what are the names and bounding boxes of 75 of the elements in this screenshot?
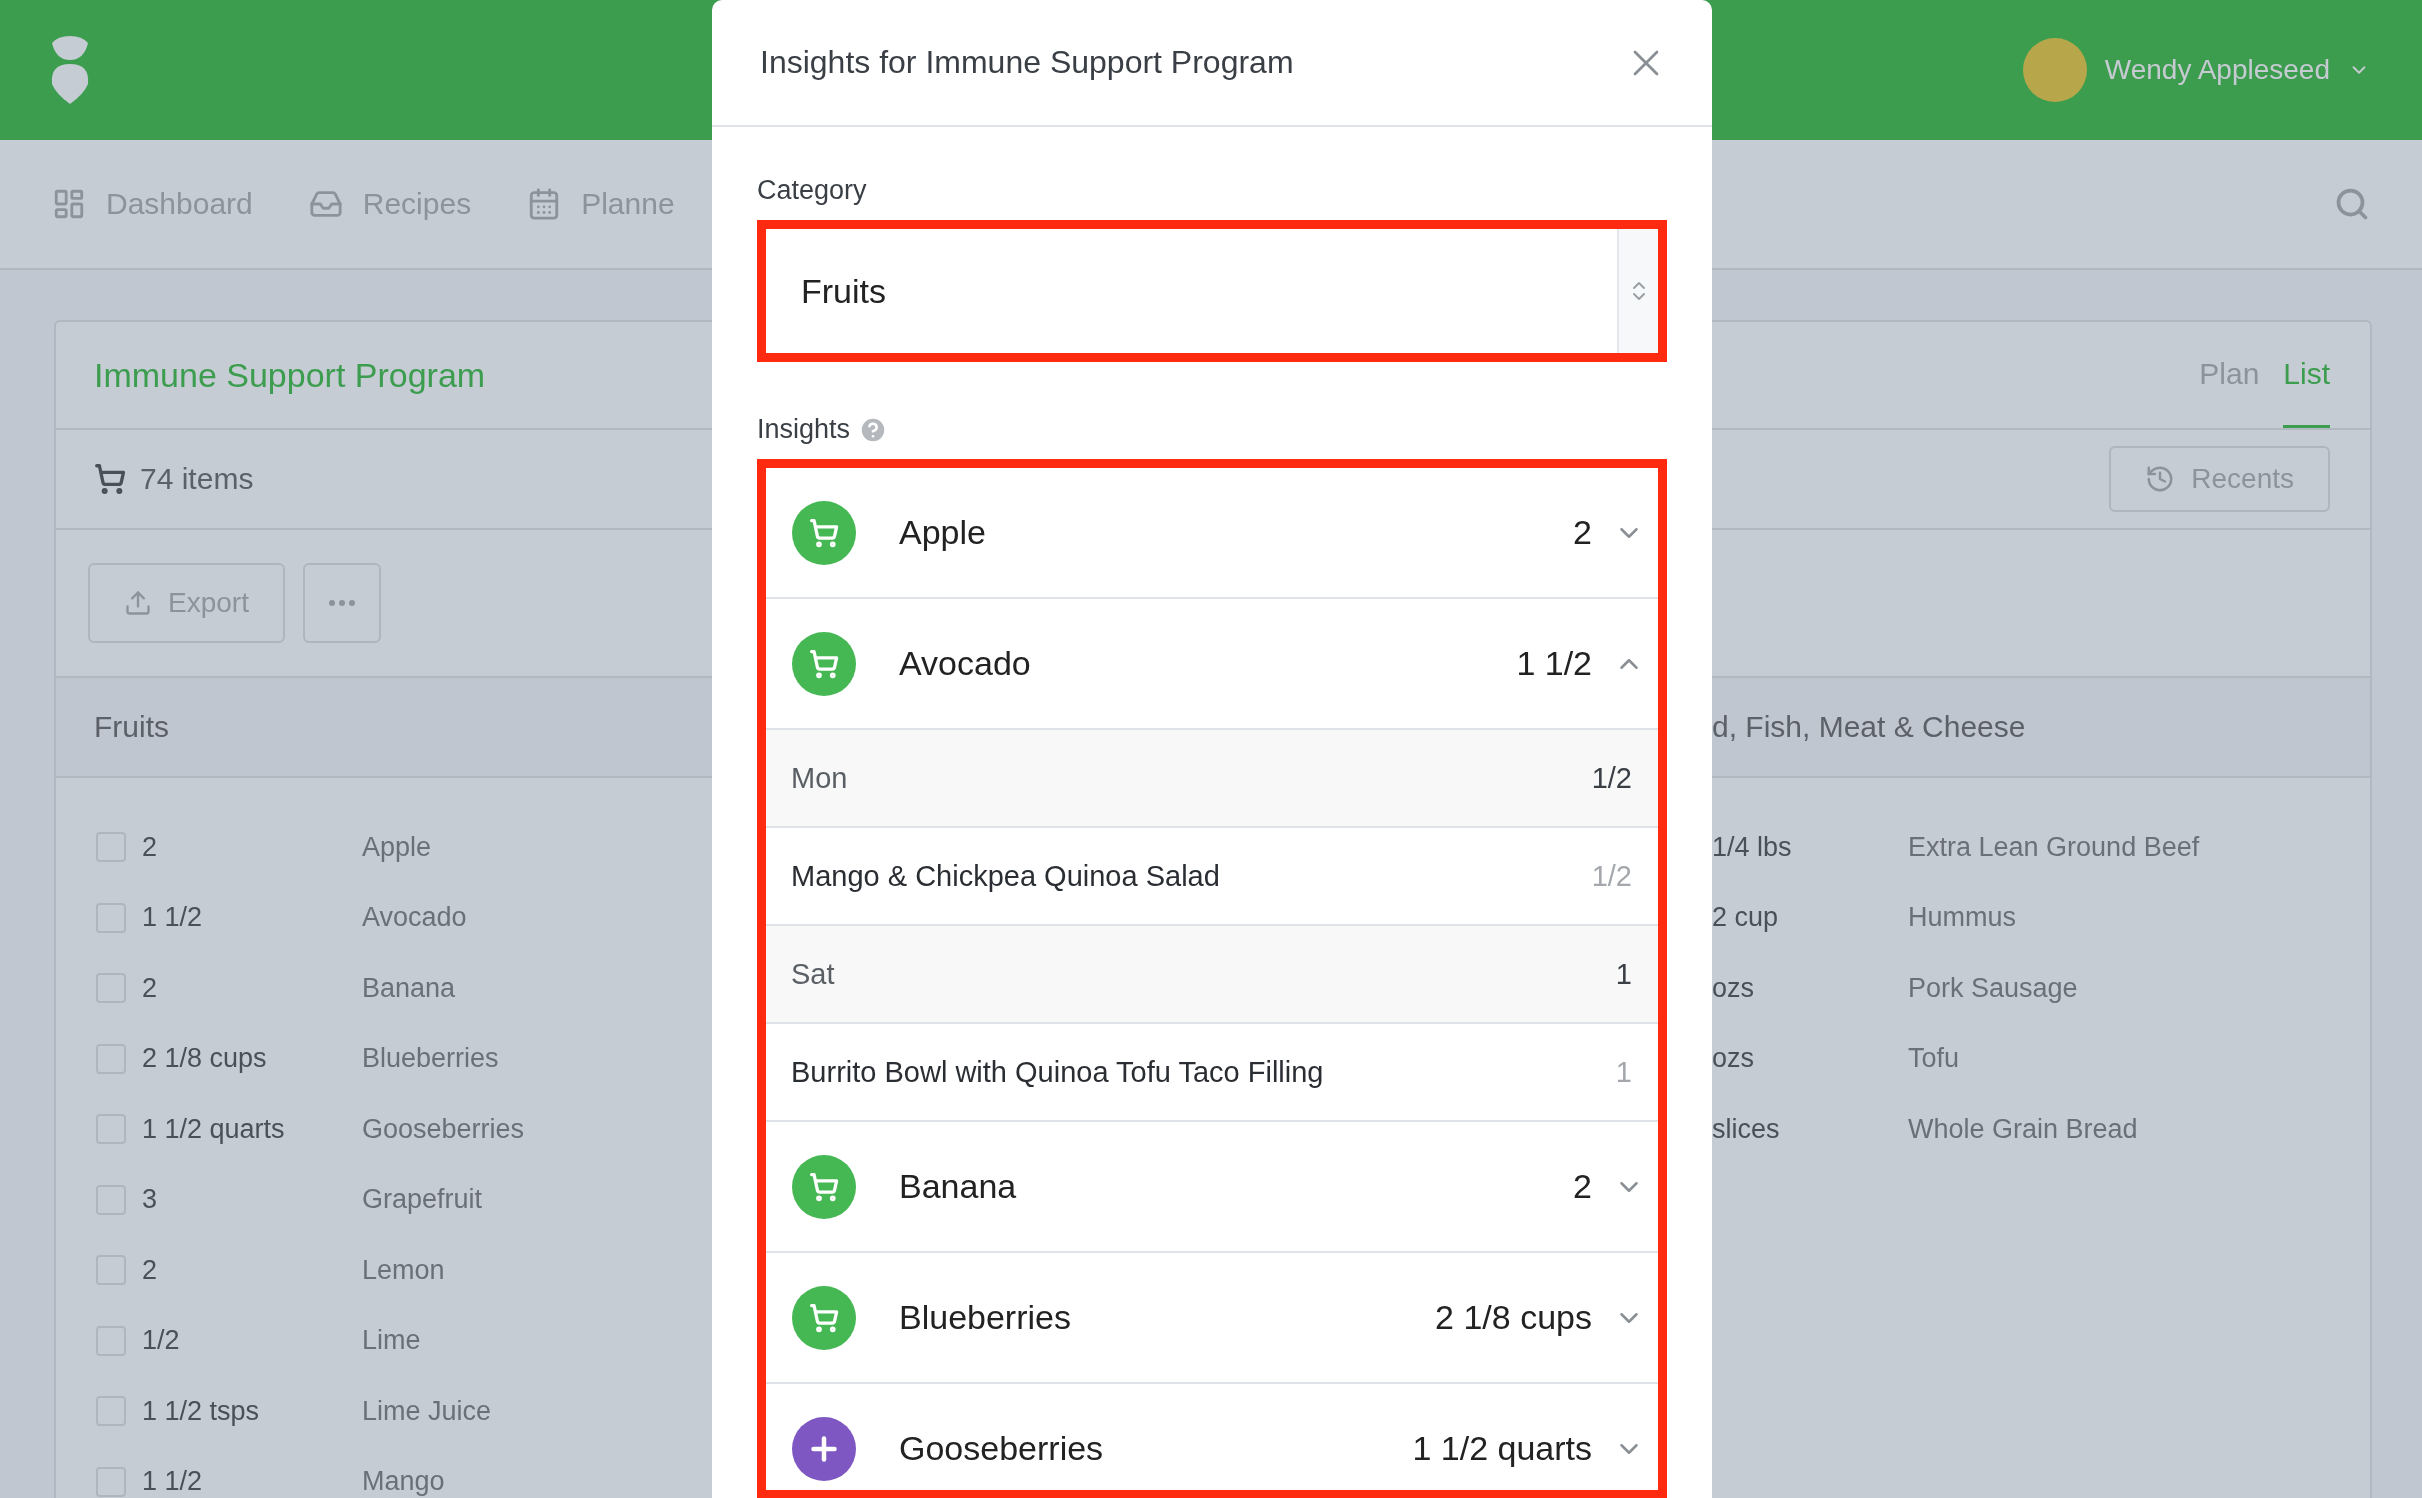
- user-name[interactable]: Wendy Appleseed: [2104, 54, 2330, 86]
- item-quantity: 1 1/2 tsps: [142, 1395, 261, 1427]
- recents-button[interactable]: Recents: [2109, 446, 2330, 512]
- item-quantity: ozs: [1712, 1043, 1756, 1075]
- insight-quantity: 2: [1573, 513, 1592, 552]
- insight-name: Banana: [899, 1167, 1018, 1206]
- item-quantity: 1/2: [142, 1325, 181, 1357]
- item-name: Grapefruit: [362, 1184, 483, 1216]
- item-quantity: 2: [142, 831, 159, 863]
- insight-quantity: 2: [1573, 1167, 1592, 1206]
- item-quantity: 1/4 lbs: [1712, 831, 1793, 863]
- nav-link[interactable]: Planne: [527, 187, 675, 221]
- item-quantity: 3: [142, 1184, 159, 1216]
- logo-icon: [50, 36, 90, 104]
- item-name: Lime: [362, 1325, 421, 1357]
- day-label: Sat: [791, 957, 835, 991]
- section-title: Fruits: [93, 710, 169, 744]
- item-name: Pork Sausage: [1908, 972, 2078, 1004]
- search-icon[interactable]: [2334, 186, 2370, 222]
- day-label: Mon: [791, 761, 848, 795]
- item-quantity: 2 1/8 cups: [142, 1043, 268, 1075]
- item-quantity: 1 1/2 quarts: [142, 1113, 286, 1145]
- item-name: Mango: [362, 1466, 445, 1498]
- item-quantity: ozs: [1712, 972, 1756, 1004]
- recipe-quantity: 1/2: [1591, 859, 1632, 893]
- nav-link[interactable]: Dashboard: [52, 187, 253, 221]
- recipe-name: Burrito Bowl with Quinoa Tofu Taco Filling: [791, 1055, 1324, 1089]
- insight-name: Gooseberries: [899, 1429, 1105, 1468]
- recipe-quantity: 1/2: [1591, 761, 1632, 795]
- recipe-quantity: 1: [1615, 957, 1632, 991]
- insight-quantity: 1 1/2 quarts: [1412, 1429, 1592, 1468]
- recipe-name: Mango & Chickpea Quinoa Salad: [791, 859, 1220, 893]
- insight-name: Apple: [899, 513, 987, 552]
- item-quantity: slices: [1712, 1113, 1781, 1145]
- program-title: Immune Support Program: [94, 355, 486, 395]
- more-icon: [328, 600, 355, 606]
- view-tab[interactable]: Plan: [2199, 322, 2260, 428]
- category-select[interactable]: Fruits: [757, 220, 1667, 362]
- field-label: Category: [757, 175, 867, 206]
- insight-row[interactable]: Blueberries 2 1/8 cups: [766, 1253, 1658, 1384]
- item-quantity: 1 1/2: [142, 1466, 204, 1498]
- cart-icon: [94, 463, 126, 495]
- upload-icon: [124, 589, 152, 617]
- item-name: Banana: [362, 972, 456, 1004]
- item-quantity: 1 1/2: [142, 902, 204, 934]
- item-name: Avocado: [362, 902, 467, 934]
- export-button[interactable]: Export: [88, 563, 285, 643]
- item-name: Gooseberries: [362, 1113, 525, 1145]
- insight-row[interactable]: Apple 2: [766, 468, 1658, 599]
- item-count: 74 items: [140, 462, 254, 496]
- insight-quantity: 2 1/8 cups: [1435, 1298, 1592, 1337]
- insight-name: Blueberries: [899, 1298, 1072, 1337]
- item-quantity: 2 cup: [1712, 902, 1780, 934]
- item-quantity: 2: [142, 1254, 159, 1286]
- item-name: Apple: [362, 831, 432, 863]
- item-quantity: 2: [142, 972, 159, 1004]
- item-name: Tofu: [1908, 1043, 1960, 1075]
- item-name: Lemon: [362, 1254, 445, 1286]
- field-label: Insights: [757, 414, 851, 445]
- dialog-title: Insights for Immune Support Program: [760, 44, 1294, 81]
- item-name: Lime Juice: [362, 1395, 492, 1427]
- nav-link[interactable]: Recipes: [308, 187, 472, 221]
- section-title: d, Fish, Meat & Cheese: [1712, 710, 2026, 744]
- view-tab[interactable]: List: [2283, 322, 2330, 428]
- item-name: Hummus: [1908, 902, 2016, 934]
- item-name: Extra Lean Ground Beef: [1908, 831, 2200, 863]
- insight-row[interactable]: Gooseberries 1 1/2 quarts: [766, 1384, 1658, 1490]
- insight-quantity: 1 1/2: [1516, 644, 1592, 683]
- item-name: Whole Grain Bread: [1908, 1113, 2138, 1145]
- more-button[interactable]: [302, 563, 381, 643]
- dashboard-icon: [52, 187, 86, 221]
- recipe-quantity: 1: [1615, 1055, 1632, 1089]
- insight-row[interactable]: Banana 2: [766, 1122, 1658, 1253]
- insight-name: Avocado: [899, 644, 1032, 683]
- item-name: Blueberries: [362, 1043, 499, 1075]
